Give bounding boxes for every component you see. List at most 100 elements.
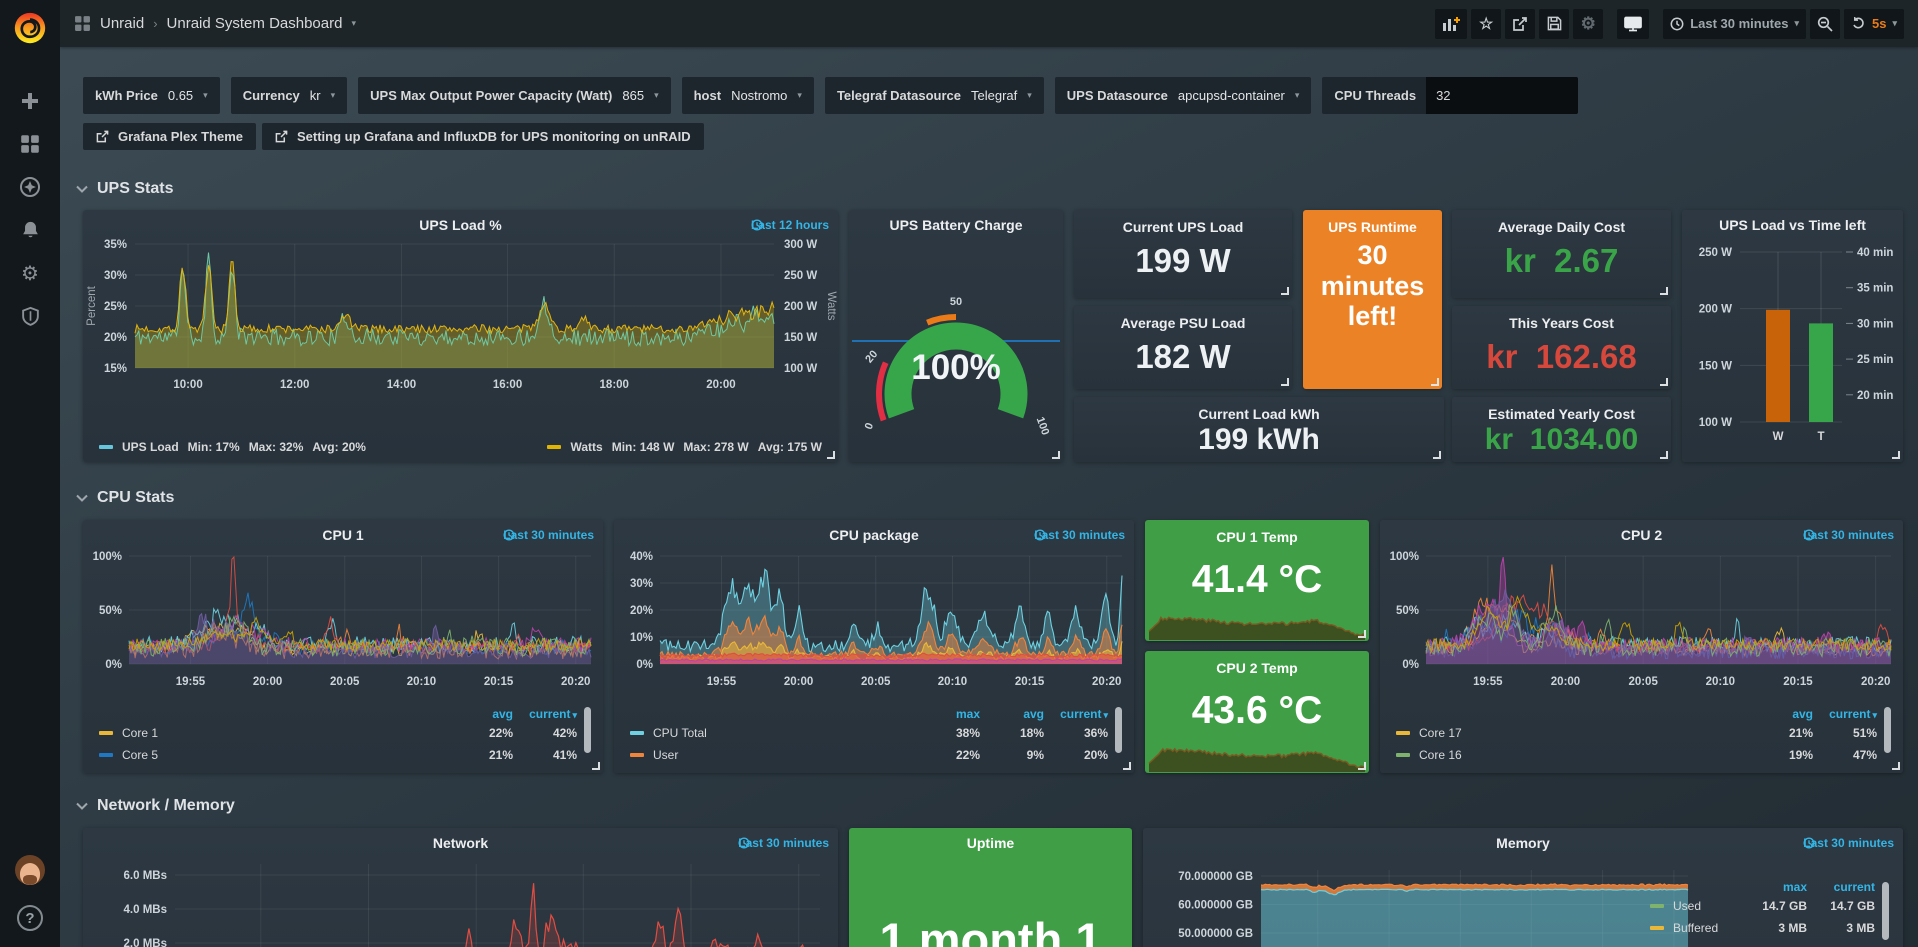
svg-text:100%: 100% [1390,551,1419,563]
svg-text:30%: 30% [630,578,653,590]
refresh-button[interactable]: 5s ▾ [1844,9,1904,39]
svg-text:200 W: 200 W [784,301,817,313]
svg-text:20:05: 20:05 [330,676,360,688]
panel-time-range[interactable]: Last 30 minutes [1034,528,1125,542]
cpu-package-chart[interactable]: 40%30%20%10%0%19:5520:0020:0520:1020:152… [614,548,1134,698]
user-avatar[interactable] [15,855,45,885]
panel-time-range[interactable]: Last 12 hours [751,218,829,232]
svg-text:6.0 MBs: 6.0 MBs [124,870,167,882]
panel-time-range[interactable]: Last 30 minutes [738,836,829,850]
ups-load-chart[interactable]: 35%300 W30%250 W25%200 W20%150 W15%100 W… [83,236,838,422]
alerting-bell-icon[interactable] [19,219,41,241]
svg-text:10:00: 10:00 [173,379,202,391]
save-button[interactable] [1539,9,1569,39]
clock-icon [1803,529,1815,541]
ups-load-vs-time-chart[interactable]: 250 W200 W150 W100 W40 min35 min30 min25… [1682,210,1903,462]
stat-value: 30 minutes left! [1303,240,1442,332]
panel-ups-runtime: UPS Runtime 30 minutes left! [1303,210,1442,389]
section-ups-stats[interactable]: UPS Stats [76,180,173,198]
svg-text:20:20: 20:20 [1861,676,1890,688]
series-swatch [99,445,113,449]
legend-scrollbar[interactable] [584,707,591,753]
create-plus-icon[interactable] [19,90,41,112]
legend-scrollbar[interactable] [1115,707,1122,753]
section-network-memory[interactable]: Network / Memory [76,797,235,815]
panel-title[interactable]: UPS Battery Charge [849,217,1063,233]
grafana-dashboard: ⚙ ? Unraid › Unraid System Dashboard ▾ ☆ [0,0,1918,947]
breadcrumb-page[interactable]: Unraid System Dashboard [167,15,343,32]
svg-text:0%: 0% [1402,659,1419,671]
section-cpu-stats[interactable]: CPU Stats [76,489,174,507]
panel-cpu2: CPU 2 Last 30 minutes 100%50%0%19:5520:0… [1380,520,1903,773]
svg-text:50: 50 [950,296,962,308]
explore-compass-icon[interactable] [19,176,41,198]
zoom-out-button[interactable] [1810,9,1840,39]
svg-text:20:05: 20:05 [861,676,891,688]
variable-currency[interactable]: Currency kr▾ [231,77,347,114]
series-swatch [547,445,561,449]
configuration-gear-icon[interactable]: ⚙ [19,262,41,284]
help-icon[interactable]: ? [17,905,43,931]
memory-chart[interactable]: 70.000000 GB60.000000 GB50.000000 GB [1143,856,1703,947]
variable-host[interactable]: host Nostromo▾ [682,77,814,114]
breadcrumb-root[interactable]: Unraid [100,15,144,32]
legend-series-name[interactable]: UPS Load [122,440,179,454]
clock-icon [738,837,750,849]
svg-text:19:55: 19:55 [176,676,206,688]
grafana-logo-icon[interactable] [0,0,60,56]
variable-ups-max-output[interactable]: UPS Max Output Power Capacity (Watt) 865… [358,77,670,114]
svg-text:250 W: 250 W [784,270,817,282]
time-range-picker[interactable]: Last 30 minutes ▾ [1663,9,1806,39]
svg-text:100: 100 [1034,415,1052,436]
cpu1-chart[interactable]: 100%50%0%19:5520:0020:0520:1020:1520:20 [83,548,603,698]
svg-text:0: 0 [863,421,876,431]
svg-text:60.000000 GB: 60.000000 GB [1178,900,1253,912]
server-admin-shield-icon[interactable] [19,305,41,327]
network-chart[interactable]: 6.0 MBs4.0 MBs2.0 MBs [83,856,838,947]
panel-title[interactable]: UPS Load % [83,217,838,233]
stat-value: 199 kWh [1074,423,1444,457]
cpu1-legend: avg current▾ Core 1 22% 42% Core 5 21% 4… [99,705,591,766]
external-link-icon [96,130,109,143]
panel-time-range[interactable]: Last 30 minutes [503,528,594,542]
variable-ups-datasource[interactable]: UPS Datasource apcupsd-container▾ [1055,77,1312,114]
panel-settings-gear-icon[interactable]: ⚙ [1573,9,1603,39]
template-variables-row: kWh Price 0.65▾ Currency kr▾ UPS Max Out… [83,77,1578,114]
svg-text:15%: 15% [104,363,127,375]
legend-series-name[interactable]: Watts [570,440,602,454]
variable-kwh-price[interactable]: kWh Price 0.65▾ [83,77,220,114]
dashboards-icon[interactable] [19,133,41,155]
breadcrumb[interactable]: Unraid › Unraid System Dashboard ▾ [74,15,356,32]
svg-text:12:00: 12:00 [280,379,309,391]
cycle-view-monitor-icon[interactable] [1617,9,1649,39]
clock-icon [1034,529,1046,541]
cpu-threads-input[interactable] [1426,77,1578,114]
variable-telegraf-datasource[interactable]: Telegraf Datasource Telegraf▾ [825,77,1044,114]
cpu2-chart[interactable]: 100%50%0%19:5520:0020:0520:1020:1520:20 [1380,548,1903,698]
refresh-interval-label[interactable]: 5s [1872,16,1886,31]
panel-time-range[interactable]: Last 30 minutes [1803,528,1894,542]
chevron-down-icon [76,802,88,810]
stat-value: 199 W [1074,242,1292,280]
add-panel-button[interactable] [1435,9,1467,39]
share-button[interactable] [1505,9,1535,39]
panel-ups-battery-charge: UPS Battery Charge 02050100 100% [849,210,1063,462]
link-ups-monitoring-guide[interactable]: Setting up Grafana and InfluxDB for UPS … [262,123,704,150]
svg-text:20:15: 20:15 [1015,676,1045,688]
svg-text:10%: 10% [630,632,653,644]
legend-scrollbar[interactable] [1882,882,1889,940]
chevron-down-icon: ▾ [654,91,659,100]
legend-row: Used 14.7 GB 14.7 GB [1650,895,1875,917]
star-button[interactable]: ☆ [1471,9,1501,39]
stat-value: kr 2.67 [1452,242,1671,280]
svg-text:25 min: 25 min [1857,354,1893,366]
panel-ups-load: UPS Load % Last 12 hours 35%300 W30%250 … [83,210,838,462]
svg-text:20 min: 20 min [1857,390,1893,402]
legend-row: Core 1 22% 42% [99,722,577,744]
dashboard-links-row: Grafana Plex Theme Setting up Grafana an… [83,123,704,150]
sidebar: ⚙ ? [0,0,60,947]
link-grafana-plex-theme[interactable]: Grafana Plex Theme [83,123,256,150]
legend-row: Core 16 19% 47% [1396,744,1877,766]
panel-time-range[interactable]: Last 30 minutes [1803,836,1894,850]
legend-scrollbar[interactable] [1884,707,1891,753]
